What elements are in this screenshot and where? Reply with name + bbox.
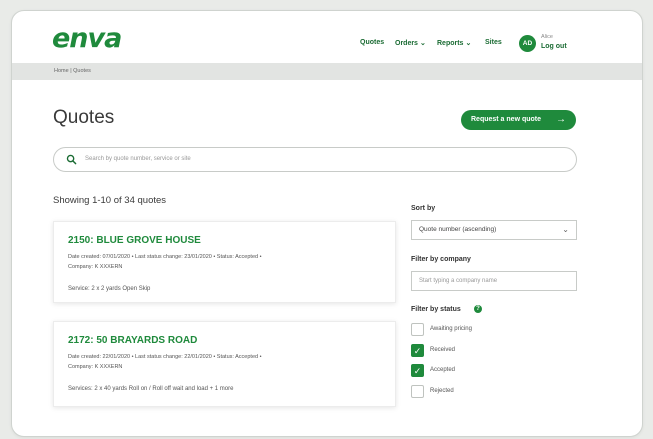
checkbox[interactable] bbox=[411, 385, 424, 398]
logout-link[interactable]: Log out bbox=[541, 43, 567, 50]
checkbox[interactable] bbox=[411, 323, 424, 336]
sort-label: Sort by bbox=[411, 205, 436, 212]
checkbox-checked[interactable]: ✓ bbox=[411, 364, 424, 377]
sort-value: Quote number (ascending) bbox=[419, 226, 497, 233]
quote-meta: Date created: 07/01/2020 • Last status c… bbox=[68, 252, 388, 272]
nav-quotes[interactable]: Quotes bbox=[360, 39, 384, 46]
nav-orders[interactable]: Orders ⌄ bbox=[395, 39, 426, 47]
quote-company: Company: K XXXERN bbox=[68, 364, 123, 370]
check-icon: ✓ bbox=[413, 366, 422, 376]
search-placeholder: Search by quote number, service or site bbox=[85, 156, 191, 162]
quote-title[interactable]: 2172: 50 BRAYARDS ROAD bbox=[68, 335, 197, 346]
request-quote-label: Request a new quote bbox=[471, 116, 542, 123]
checkbox-checked[interactable]: ✓ bbox=[411, 344, 424, 357]
quote-title[interactable]: 2150: BLUE GROVE HOUSE bbox=[68, 235, 201, 246]
sort-select[interactable]: Quote number (ascending) ⌄ bbox=[411, 220, 577, 240]
quote-meta-line: Date created: 07/01/2020 • Last status c… bbox=[68, 254, 262, 260]
quote-service: Services: 2 x 40 yards Roll on / Roll of… bbox=[68, 386, 234, 392]
chevron-down-icon: ⌄ bbox=[419, 40, 426, 47]
nav-reports[interactable]: Reports ⌄ bbox=[437, 39, 471, 47]
search-input[interactable]: Search by quote number, service or site bbox=[53, 147, 577, 172]
quote-card[interactable]: 2172: 50 BRAYARDS ROAD Date created: 22/… bbox=[53, 321, 396, 407]
request-quote-button[interactable]: Request a new quote → bbox=[461, 110, 576, 130]
chevron-down-icon: ⌄ bbox=[465, 40, 472, 47]
status-option-label: Rejected bbox=[430, 388, 454, 394]
status-filter-label: Filter by status bbox=[411, 306, 461, 313]
status-option-label: Awaiting pricing bbox=[430, 326, 472, 332]
page-title: Quotes bbox=[53, 107, 115, 128]
avatar[interactable]: AD bbox=[519, 35, 536, 52]
arrow-right-icon: → bbox=[556, 114, 566, 125]
status-option-label: Received bbox=[430, 347, 456, 353]
results-count: Showing 1-10 of 34 quotes bbox=[53, 195, 167, 206]
quote-service: Service: 2 x 2 yards Open Skip bbox=[68, 286, 151, 292]
nav-sites[interactable]: Sites bbox=[485, 39, 502, 46]
company-filter-label: Filter by company bbox=[411, 256, 471, 263]
quote-meta: Date created: 22/01/2020 • Last status c… bbox=[68, 352, 388, 372]
breadcrumb[interactable]: Home | Quotes bbox=[54, 68, 91, 74]
status-option-label: Accepted bbox=[430, 367, 456, 373]
nav-orders-label: Orders bbox=[395, 40, 418, 47]
quote-company: Company: K XXXERN bbox=[68, 264, 123, 270]
user-name: Alice bbox=[541, 34, 553, 40]
search-icon bbox=[66, 154, 77, 165]
chevron-down-icon: ⌄ bbox=[562, 225, 569, 234]
company-filter-input[interactable]: Start typing a company name bbox=[411, 271, 577, 291]
quote-meta-line: Date created: 22/01/2020 • Last status c… bbox=[68, 354, 262, 360]
breadcrumb-bar bbox=[12, 63, 642, 80]
site-header: enva Quotes Orders ⌄ Reports ⌄ Sites AD Al… bbox=[12, 11, 642, 63]
enva-logo[interactable]: enva bbox=[52, 24, 122, 54]
info-icon[interactable]: ? bbox=[474, 305, 482, 313]
check-icon: ✓ bbox=[413, 346, 422, 356]
app-window: enva Quotes Orders ⌄ Reports ⌄ Sites AD Al… bbox=[11, 10, 643, 437]
nav-reports-label: Reports bbox=[437, 40, 464, 47]
quote-card[interactable]: 2150: BLUE GROVE HOUSE Date created: 07/… bbox=[53, 221, 396, 303]
